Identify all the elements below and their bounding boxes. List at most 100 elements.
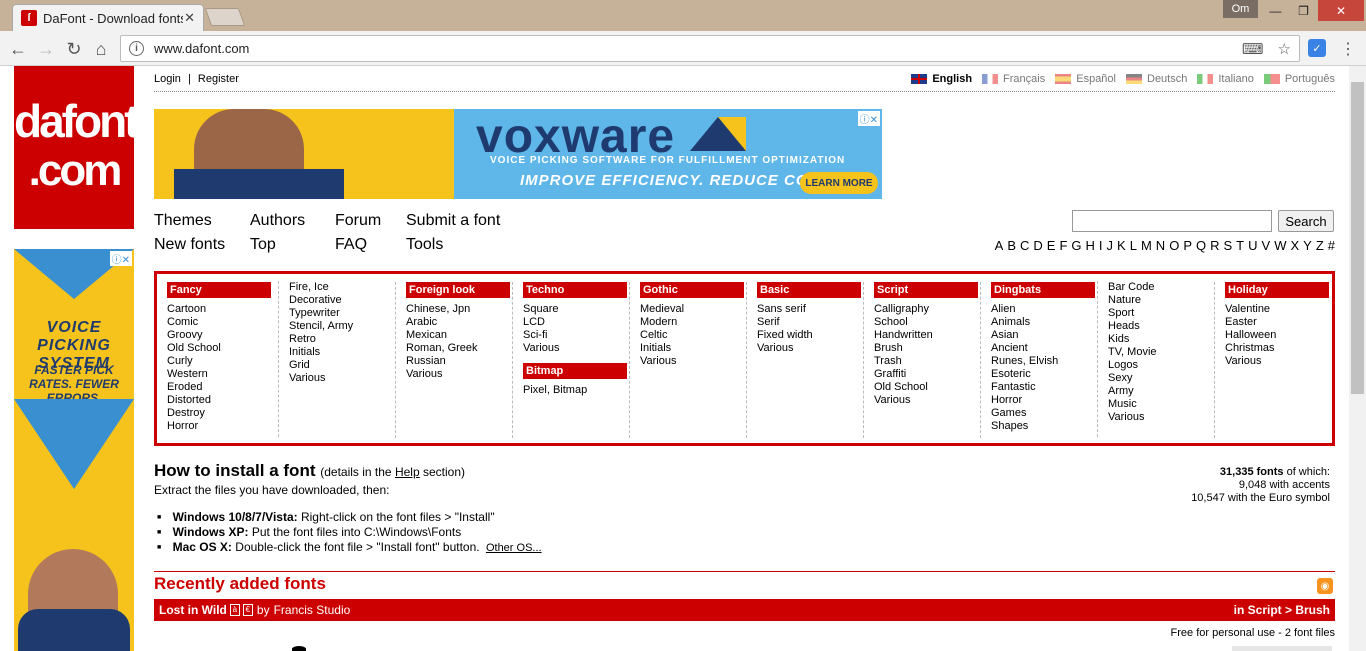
category-link[interactable]: Valentine xyxy=(1225,303,1331,316)
author-link[interactable]: Francis Studio xyxy=(274,603,351,617)
category-link[interactable]: Typewriter xyxy=(289,307,395,320)
banner-advertisement[interactable]: voxware VOICE PICKING SOFTWARE FOR FULFI… xyxy=(154,109,882,199)
category-link[interactable]: Various xyxy=(406,368,512,381)
alpha-link[interactable]: U xyxy=(1248,238,1257,253)
category-link[interactable]: Brush xyxy=(874,342,980,355)
browser-menu-icon[interactable]: ⋮ xyxy=(1340,39,1356,59)
category-link[interactable]: Groovy xyxy=(167,329,274,342)
category-link[interactable]: Handwritten xyxy=(874,329,980,342)
category-heading-basic[interactable]: Basic xyxy=(757,282,861,298)
download-button[interactable] xyxy=(1232,646,1332,651)
category-heading-gothic[interactable]: Gothic xyxy=(640,282,744,298)
category-link[interactable]: Various xyxy=(757,342,863,355)
category-link[interactable]: Initials xyxy=(640,342,746,355)
category-link[interactable]: Esoteric xyxy=(991,368,1097,381)
alpha-link[interactable]: K xyxy=(1117,238,1126,253)
alpha-link[interactable]: F xyxy=(1059,238,1067,253)
alpha-link[interactable]: O xyxy=(1169,238,1179,253)
category-link[interactable]: Calligraphy xyxy=(874,303,980,316)
category-link[interactable]: Arabic xyxy=(406,316,512,329)
category-link[interactable]: Logos xyxy=(1108,359,1214,372)
category-link[interactable]: Various xyxy=(1108,411,1214,424)
alpha-link[interactable]: D xyxy=(1033,238,1042,253)
adchoices-icon[interactable]: ⓘ✕ xyxy=(109,251,132,266)
category-heading-techno[interactable]: Techno xyxy=(523,282,627,298)
lang-german[interactable]: Deutsch xyxy=(1126,73,1187,85)
nav-themes[interactable]: Themes xyxy=(154,212,212,230)
minimize-button[interactable]: — xyxy=(1262,0,1289,21)
side-advertisement[interactable]: VOICE PICKING SYSTEM FASTER PICK RATES. … xyxy=(14,249,134,651)
category-link[interactable]: Various xyxy=(289,372,395,385)
adchoices-icon[interactable]: ⓘ✕ xyxy=(857,111,880,126)
alpha-link[interactable]: T xyxy=(1236,238,1244,253)
alpha-link[interactable]: I xyxy=(1099,238,1103,253)
category-link[interactable]: Halloween xyxy=(1225,329,1331,342)
category-link[interactable]: Horror xyxy=(167,420,274,433)
category-link[interactable]: Sans serif xyxy=(757,303,863,316)
forward-icon[interactable]: → xyxy=(34,37,58,61)
category-link[interactable]: Kids xyxy=(1108,333,1214,346)
alpha-link[interactable]: H xyxy=(1086,238,1095,253)
category-heading-script[interactable]: Script xyxy=(874,282,978,298)
category-link[interactable]: Roman, Greek xyxy=(406,342,512,355)
category-link[interactable]: Asian xyxy=(991,329,1097,342)
alpha-link[interactable]: # xyxy=(1328,238,1335,253)
nav-forum[interactable]: Forum xyxy=(335,212,381,230)
category-link[interactable]: Pixel, Bitmap xyxy=(523,384,629,397)
reload-icon[interactable]: ↻ xyxy=(62,37,86,61)
lang-italian[interactable]: Italiano xyxy=(1197,73,1254,85)
category-link[interactable]: Various xyxy=(1225,355,1331,368)
alpha-link[interactable]: S xyxy=(1224,238,1233,253)
category-link[interactable]: LCD xyxy=(523,316,629,329)
category-link[interactable]: Russian xyxy=(406,355,512,368)
category-link[interactable]: Various xyxy=(523,342,629,355)
address-bar[interactable]: i www.dafont.com ⌨ ☆ xyxy=(120,35,1300,62)
category-link[interactable]: Grid xyxy=(289,359,395,372)
category-heading-bitmap[interactable]: Bitmap xyxy=(523,363,627,379)
category-link[interactable]: Army xyxy=(1108,385,1214,398)
search-button[interactable]: Search xyxy=(1278,210,1334,232)
lang-english[interactable]: English xyxy=(911,73,972,85)
category-link[interactable]: Games xyxy=(991,407,1097,420)
category-link[interactable]: Chinese, Jpn xyxy=(406,303,512,316)
font-name-link[interactable]: Lost in Wild xyxy=(159,603,227,617)
category-link[interactable]: Mexican xyxy=(406,329,512,342)
alpha-link[interactable]: R xyxy=(1210,238,1219,253)
category-link[interactable]: Curly xyxy=(167,355,274,368)
category-link[interactable]: School xyxy=(874,316,980,329)
alpha-link[interactable]: C xyxy=(1020,238,1029,253)
category-heading-foreign-look[interactable]: Foreign look xyxy=(406,282,510,298)
category-link[interactable]: Alien xyxy=(991,303,1097,316)
nav-faq[interactable]: FAQ xyxy=(335,236,367,254)
alpha-link[interactable]: E xyxy=(1047,238,1056,253)
nav-authors[interactable]: Authors xyxy=(250,212,305,230)
page-scrollbar[interactable] xyxy=(1349,66,1366,651)
login-link[interactable]: Login xyxy=(154,73,181,85)
alpha-link[interactable]: Z xyxy=(1316,238,1324,253)
category-link[interactable]: Destroy xyxy=(167,407,274,420)
search-input[interactable] xyxy=(1072,210,1272,232)
learn-more-button[interactable]: LEARN MORE xyxy=(800,172,878,194)
category-link[interactable]: Various xyxy=(640,355,746,368)
lang-spanish[interactable]: Español xyxy=(1055,73,1116,85)
nav-new-fonts[interactable]: New fonts xyxy=(154,236,225,254)
category-link[interactable]: Fire, Ice xyxy=(289,281,395,294)
scrollbar-thumb[interactable] xyxy=(1351,82,1364,394)
alpha-link[interactable]: A xyxy=(995,238,1004,253)
alpha-link[interactable]: N xyxy=(1156,238,1165,253)
alpha-link[interactable]: V xyxy=(1262,238,1271,253)
category-link[interactable]: Old School xyxy=(874,381,980,394)
category-link[interactable]: Cartoon xyxy=(167,303,274,316)
category-link[interactable]: Bar Code xyxy=(1108,281,1214,294)
rss-icon[interactable]: ◉ xyxy=(1317,578,1333,594)
alpha-link[interactable]: W xyxy=(1274,238,1286,253)
alpha-link[interactable]: L xyxy=(1130,238,1137,253)
alpha-link[interactable]: P xyxy=(1183,238,1192,253)
new-tab-button[interactable] xyxy=(204,8,246,26)
home-icon[interactable]: ⌂ xyxy=(89,37,113,61)
category-link[interactable]: Eroded xyxy=(167,381,274,394)
category-link[interactable]: Serif xyxy=(757,316,863,329)
extension-icon[interactable]: ✓ xyxy=(1308,39,1326,57)
category-heading-fancy[interactable]: Fancy xyxy=(167,282,271,298)
category-link[interactable]: Trash xyxy=(874,355,980,368)
